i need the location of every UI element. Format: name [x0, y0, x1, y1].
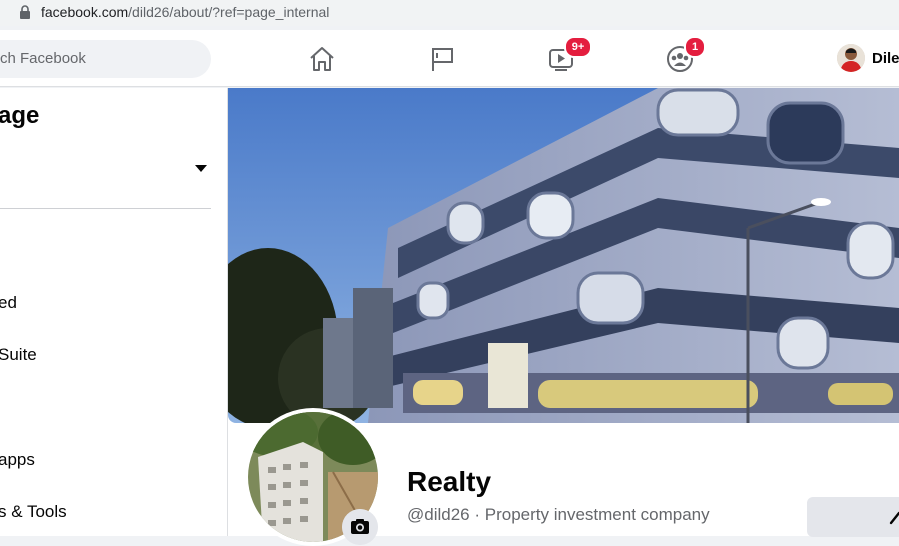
page-category: Property investment company — [484, 505, 710, 524]
groups-notification-badge: 1 — [684, 36, 706, 58]
manage-page-sidebar: age ed Suite apps s & Tools — [0, 88, 228, 536]
url-text[interactable]: facebook.com/dild26/about/?ref=page_inte… — [41, 4, 329, 20]
edit-pencil-icon — [889, 511, 899, 525]
flag-pages-icon[interactable] — [427, 44, 457, 74]
facebook-top-nav: ch Facebook 9+ 1 Dile — [0, 30, 899, 87]
page-handle: @dild26 — [407, 505, 470, 524]
lock-icon — [20, 5, 30, 19]
cover-photo-building — [228, 88, 899, 423]
search-placeholder: ch Facebook — [0, 50, 86, 67]
sidebar-divider — [0, 208, 211, 209]
url-host: facebook.com — [41, 4, 129, 20]
video-notification-badge: 9+ — [564, 36, 592, 58]
profile-shortcut[interactable]: Dile — [837, 44, 899, 74]
sidebar-item-3[interactable]: apps — [0, 450, 35, 470]
browser-address-bar[interactable]: facebook.com/dild26/about/?ref=page_inte… — [0, 0, 899, 26]
sidebar-title: age — [0, 102, 40, 129]
profile-name: Dile — [872, 50, 899, 67]
sidebar-item-2[interactable]: Suite — [0, 345, 37, 365]
sidebar-item-1[interactable]: ed — [0, 293, 17, 313]
caret-down-icon[interactable] — [195, 165, 207, 172]
avatar — [837, 44, 865, 72]
page-main-content: Realty @dild26 · Property investment com… — [228, 88, 899, 546]
sidebar-item-4[interactable]: s & Tools — [0, 502, 67, 522]
page-action-button[interactable] — [807, 497, 899, 537]
search-input[interactable]: ch Facebook — [0, 40, 211, 78]
subtitle-separator: · — [469, 505, 485, 524]
page-subtitle: @dild26 · Property investment company — [407, 505, 710, 525]
camera-icon[interactable] — [342, 509, 378, 545]
page-title: Realty — [407, 466, 492, 497]
cover-photo[interactable] — [228, 88, 899, 423]
url-path: /dild26/about/?ref=page_internal — [128, 4, 330, 20]
home-icon[interactable] — [307, 44, 337, 74]
